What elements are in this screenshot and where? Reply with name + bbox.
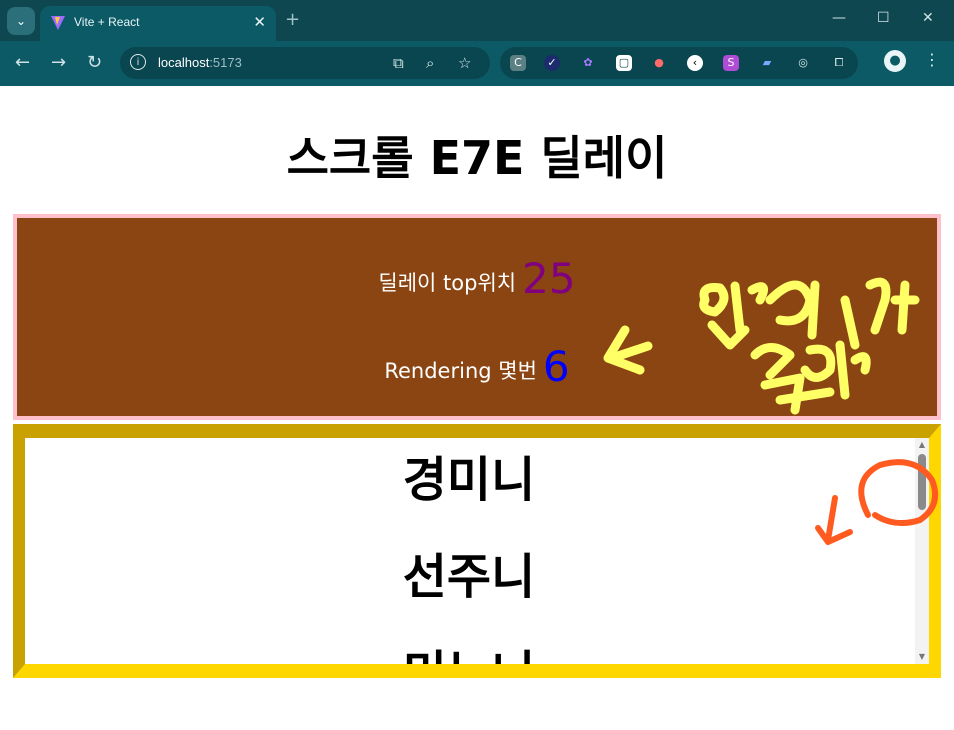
back-arrow-icon[interactable]: ← <box>15 52 30 73</box>
profile-icon[interactable]: ● <box>884 50 906 72</box>
scroll-down-arrow-icon[interactable]: ▼ <box>915 650 929 664</box>
scrollbar[interactable]: ▲ ▼ <box>915 438 929 664</box>
name-list: 경미니 선주니 미누니 <box>25 438 913 678</box>
list-item: 선주니 <box>402 549 536 605</box>
extension-check-icon[interactable]: ✓ <box>544 55 560 71</box>
reload-icon[interactable]: ↻ <box>87 52 102 73</box>
delay-label: 딜레이 top위치 <box>378 271 517 295</box>
browser-chrome: ⌄ Vite + React ✕ + — ☐ ✕ ← → ↻ i localho… <box>0 0 954 86</box>
forward-arrow-icon[interactable]: → <box>51 52 66 73</box>
star-icon[interactable]: ☆ <box>458 54 471 72</box>
new-tab-icon[interactable]: + <box>285 9 300 30</box>
page-content: 스크롤 E7E 딜레이 딜레이 top위치 25 Rendering 몇번 6 경미… <box>0 86 954 730</box>
delay-value: 25 <box>522 254 576 303</box>
tab-title: Vite + React <box>74 15 140 29</box>
toolbar: ← → ↻ i localhost:5173 ⧉ ⌕ ☆ C ✓ ✿ ▢ ● ‹… <box>0 41 954 86</box>
tab-strip: ⌄ Vite + React ✕ + — ☐ ✕ <box>0 0 954 41</box>
address-bar[interactable]: i localhost:5173 ⧉ ⌕ ☆ <box>120 47 490 79</box>
tab-search-chevron-down-icon[interactable]: ⌄ <box>7 7 35 35</box>
delay-row: 딜레이 top위치 25 <box>17 254 937 303</box>
translate-icon[interactable]: ⧉ <box>393 54 404 72</box>
extension-bug-icon[interactable]: ● <box>651 55 667 71</box>
render-value: 6 <box>542 342 570 391</box>
url-port: :5173 <box>209 55 242 70</box>
maximize-icon[interactable]: ☐ <box>877 10 890 26</box>
tab-active[interactable]: Vite + React ✕ <box>40 6 276 41</box>
info-icon[interactable]: i <box>130 54 146 70</box>
url-host: localhost <box>158 55 210 70</box>
tab-close-icon[interactable]: ✕ <box>253 13 266 31</box>
more-vert-icon[interactable]: ⋮ <box>924 50 940 69</box>
extension-arrow-icon[interactable]: ‹ <box>687 55 703 71</box>
scroll-list-container[interactable]: 경미니 선주니 미누니 ▲ ▼ <box>13 424 941 678</box>
scrollbar-thumb[interactable] <box>918 454 926 510</box>
render-label: Rendering 몇번 <box>384 359 537 383</box>
list-item: 경미니 <box>402 452 536 508</box>
scroll-up-arrow-icon[interactable]: ▲ <box>915 438 929 452</box>
extension-tag-icon[interactable]: ▰ <box>759 55 775 71</box>
list-item: 미누니 <box>402 646 536 678</box>
extension-s-icon[interactable]: S <box>723 55 739 71</box>
minimize-icon[interactable]: — <box>832 10 846 26</box>
zoom-icon[interactable]: ⌕ <box>426 54 434 72</box>
extension-gear-icon[interactable]: ✿ <box>580 55 596 71</box>
window-close-icon[interactable]: ✕ <box>922 10 934 26</box>
render-row: Rendering 몇번 6 <box>17 342 937 391</box>
puzzle-icon[interactable]: ⧠ <box>831 55 847 71</box>
info-box: 딜레이 top위치 25 Rendering 몇번 6 <box>13 214 941 420</box>
vite-logo-icon <box>51 16 65 30</box>
extensions-area: C ✓ ✿ ▢ ● ‹ S ▰ ◎ ⧠ <box>500 47 858 79</box>
extension-square-icon[interactable]: ▢ <box>616 55 632 71</box>
extension-c-icon[interactable]: C <box>510 55 526 71</box>
page-title: 스크롤 E7E 딜레이 <box>286 131 668 185</box>
url-text[interactable]: localhost:5173 <box>158 55 242 70</box>
extension-target-icon[interactable]: ◎ <box>795 55 811 71</box>
